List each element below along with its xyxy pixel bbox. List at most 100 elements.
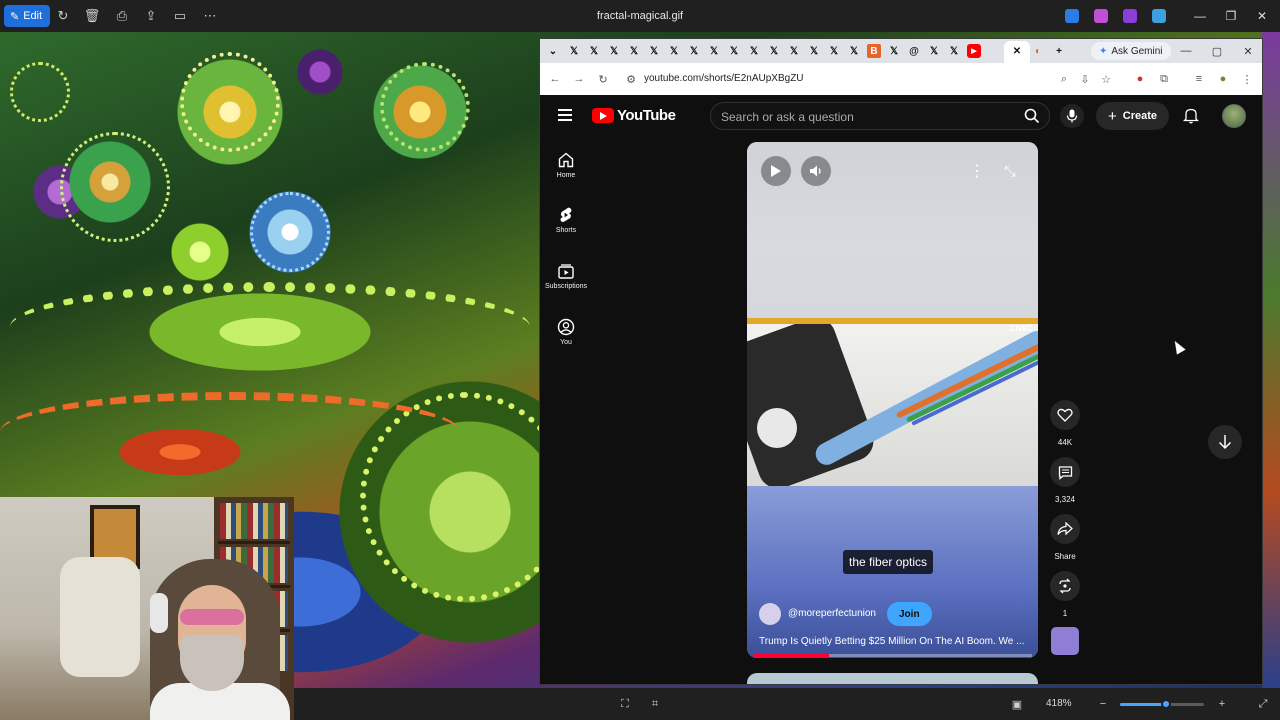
url-field[interactable]: youtube.com/shorts/E2nAUpXBgZU [644,73,804,84]
sidebar-item-home[interactable]: Home [540,151,592,179]
rotate-icon[interactable]: ↻ [53,6,73,26]
tab-x-2[interactable]: 𝕏 [587,44,601,58]
tab-x-9[interactable]: 𝕏 [727,44,741,58]
share-icon[interactable]: ⇪ [141,6,161,26]
tab-x-5[interactable]: 𝕏 [647,44,661,58]
reload-icon[interactable]: ↻ [596,72,610,86]
zoom-level[interactable]: 418% [1046,698,1072,709]
delete-icon[interactable]: 🗑 [82,6,102,26]
app-icon-4[interactable] [1152,9,1166,23]
tab-c-icon[interactable]: ◐ [1031,44,1045,58]
actual-size-icon[interactable]: ▣ [1010,697,1024,711]
sound-thumbnail[interactable] [1051,627,1079,655]
tab-x-10[interactable]: 𝕏 [747,44,761,58]
tab-x-4[interactable]: 𝕏 [627,44,641,58]
tab-x-12[interactable]: 𝕏 [787,44,801,58]
crop-icon[interactable]: ⌗ [648,697,662,711]
comments-button[interactable]: 3,324 [1048,457,1082,504]
video-options-button[interactable]: ⋮ [962,156,992,186]
profile-icon[interactable]: ● [1216,72,1230,86]
zoom-slider-thumb[interactable] [1161,699,1172,709]
zoom-slider[interactable] [1120,699,1204,709]
create-button[interactable]: + Create [1096,102,1170,130]
reading-list-icon[interactable]: ≡ [1192,72,1206,86]
browser-menu-icon[interactable]: ⋮ [1240,72,1254,86]
more-vert-icon: ⋮ [969,163,985,180]
tab-x-14[interactable]: 𝕏 [827,44,841,58]
tab-blogger-icon[interactable]: B [867,44,881,58]
fullscreen-icon[interactable]: ⤢ [1256,697,1270,711]
hamburger-menu-icon[interactable] [558,109,572,121]
next-short-button[interactable] [1208,425,1242,459]
short-title[interactable]: Trump Is Quietly Betting $25 Million On … [759,636,1031,647]
browser-minimize-icon[interactable]: — [1177,42,1195,60]
play-button[interactable] [761,156,791,186]
tab-x-11[interactable]: 𝕏 [767,44,781,58]
install-app-icon[interactable]: ⇩ [1078,72,1092,86]
tab-x-18[interactable]: 𝕏 [947,44,961,58]
play-icon [771,165,781,177]
mute-button[interactable] [801,156,831,186]
channel-avatar[interactable] [759,603,781,625]
tab-x-3[interactable]: 𝕏 [607,44,621,58]
tab-youtube-icon[interactable]: ▶ [967,44,981,58]
tab-list-icon[interactable]: ⌄ [546,44,560,58]
search-box[interactable]: Search or ask a question [710,102,1050,130]
youtube-logo[interactable]: YouTube [592,107,676,124]
tab-threads-icon[interactable]: @ [907,44,921,58]
zoom-in-icon[interactable]: + [1215,697,1229,711]
new-tab-icon[interactable]: + [1052,44,1066,58]
forward-icon[interactable]: → [572,72,586,86]
fullscreen-button[interactable]: ⤡ [995,156,1025,186]
voice-search-button[interactable] [1060,104,1084,128]
tab-x-1[interactable]: 𝕏 [567,44,581,58]
minimize-icon[interactable]: — [1188,6,1212,26]
tab-x-13[interactable]: 𝕏 [807,44,821,58]
extension-icon[interactable]: ● [1133,72,1147,86]
remix-button[interactable]: 1 [1048,571,1082,618]
bookmark-star-icon[interactable]: ☆ [1099,72,1113,86]
account-avatar[interactable] [1222,104,1246,128]
fit-icon[interactable]: ⛶ [618,697,632,711]
share-button[interactable]: Share [1048,514,1082,561]
app-icon-2[interactable] [1094,9,1108,23]
browser-maximize-icon[interactable]: ▢ [1208,42,1226,60]
print-icon[interactable]: ⎙ [112,6,132,26]
tab-x-6[interactable]: 𝕏 [667,44,681,58]
address-bar: ← → ↻ ⚙ youtube.com/shorts/E2nAUpXBgZU ⌕… [540,63,1262,95]
close-icon[interactable]: ✕ [1250,6,1274,26]
join-button[interactable]: Join [887,602,932,626]
sidebar-item-shorts[interactable]: Shorts [540,206,592,234]
app-icon-1[interactable] [1065,9,1079,23]
app-icon-3[interactable] [1123,9,1137,23]
short-video-player[interactable]: ⋮ ⤡ CNBC the fiber optics @moreperfectun… [747,142,1038,658]
search-input[interactable]: Search or ask a question [721,110,854,124]
channel-name[interactable]: @moreperfectunion [788,608,876,619]
slideshow-icon[interactable]: ▭ [170,6,190,26]
sidebar-item-you[interactable]: You [540,318,592,346]
tab-x-16[interactable]: 𝕏 [887,44,901,58]
tab-close-icon[interactable]: ✕ [1010,44,1024,58]
next-short-preview[interactable] [747,673,1038,684]
back-icon[interactable]: ← [548,72,562,86]
tab-x-7[interactable]: 𝕏 [687,44,701,58]
ask-gemini-button[interactable]: ✦ Ask Gemini [1091,42,1171,60]
restore-icon[interactable]: ❐ [1219,6,1243,26]
edit-button[interactable]: ✎ Edit [4,5,51,27]
search-button[interactable] [1015,103,1049,129]
video-frame-fiber [747,318,1038,486]
more-icon[interactable]: ⋯ [200,6,220,26]
youtube-play-icon [592,108,614,123]
zoom-out-icon[interactable]: − [1096,697,1110,711]
sidebar-item-subscriptions[interactable]: Subscriptions [540,262,592,290]
site-info-icon[interactable]: ⚙ [624,72,638,86]
tab-x-17[interactable]: 𝕏 [927,44,941,58]
zoom-lens-icon[interactable]: ⌕ [1057,72,1071,86]
tab-x-15[interactable]: 𝕏 [847,44,861,58]
extensions-puzzle-icon[interactable]: ⧉ [1157,72,1171,86]
tab-x-8[interactable]: 𝕏 [707,44,721,58]
video-progress-bar[interactable] [754,654,1032,657]
browser-close-icon[interactable]: ✕ [1239,42,1257,60]
notifications-button[interactable] [1182,106,1200,124]
like-button[interactable]: 44K [1048,400,1082,447]
